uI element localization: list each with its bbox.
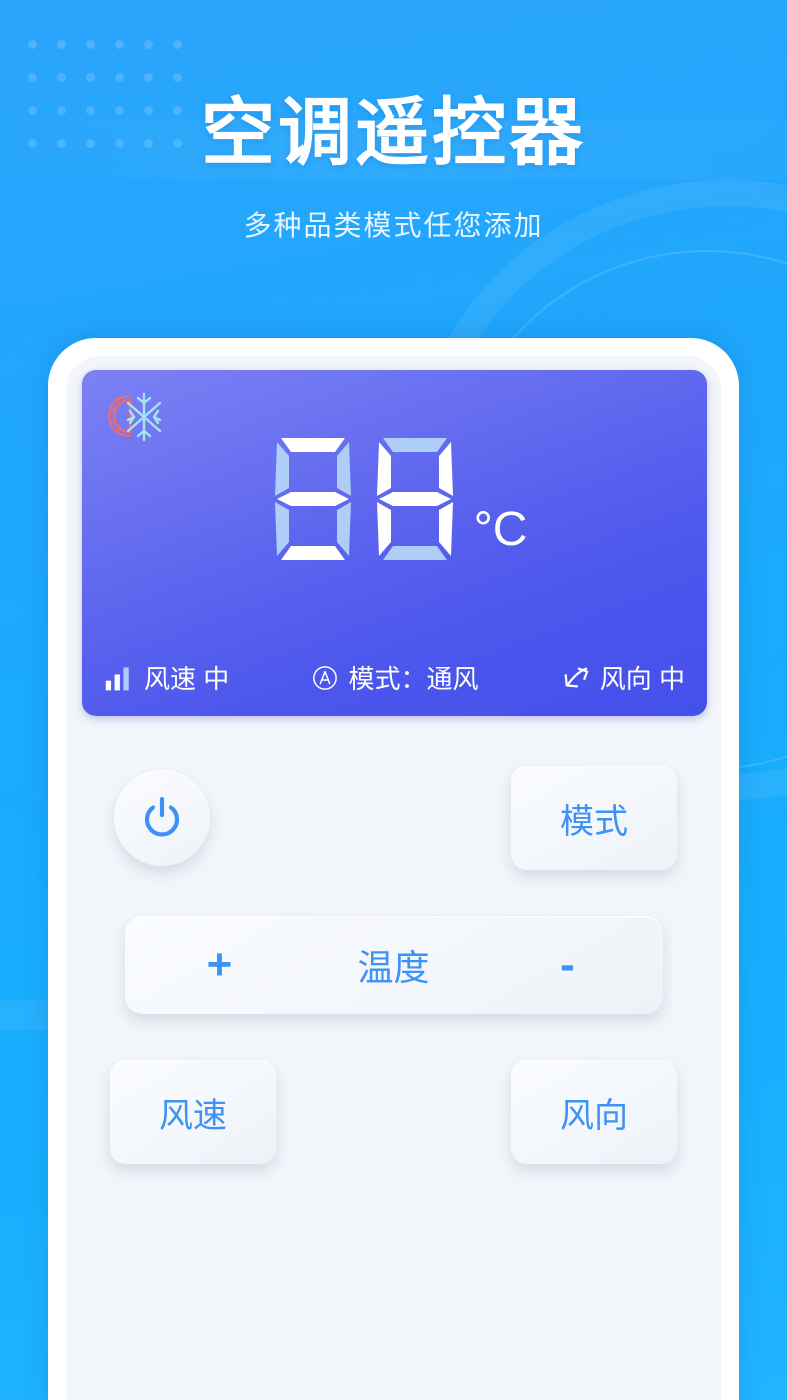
remote-control-shell: °C 风速 中 模式：通风 风向 中 模式 + 温度 - 风速 风向 <box>48 338 739 1400</box>
temperature-control-bar: + 温度 - <box>124 916 663 1014</box>
remote-control-body: °C 风速 中 模式：通风 风向 中 模式 + 温度 - 风速 风向 <box>66 356 721 1400</box>
control-row-power-mode: 模式 <box>96 766 691 870</box>
temperature-label: 温度 <box>357 947 430 988</box>
temperature-unit: °C <box>473 503 528 556</box>
lcd-status-bar: 风速 中 模式：通风 风向 中 <box>82 659 707 696</box>
page-title: 空调遥控器 <box>201 91 586 174</box>
temperature-decrease-button[interactable]: - <box>481 940 655 990</box>
fan-speed-button[interactable]: 风速 <box>110 1060 276 1164</box>
temperature-increase-button[interactable]: + <box>133 940 307 990</box>
temperature-readout: °C <box>82 432 707 566</box>
mode-button[interactable]: 模式 <box>511 766 677 870</box>
status-mode-label: 模式：通风 <box>348 664 479 694</box>
header: 空调遥控器 多种品类模式任您添加 <box>0 0 787 244</box>
seven-segment-digit-1 <box>265 432 361 566</box>
power-icon <box>140 795 184 842</box>
power-button[interactable] <box>114 770 210 866</box>
status-wind-direction: 风向 中 <box>562 659 685 696</box>
signal-bars-icon <box>104 665 134 691</box>
page-subtitle: 多种品类模式任您添加 <box>243 210 544 241</box>
status-fan-speed-label: 风速 中 <box>144 664 230 694</box>
wind-direction-button[interactable]: 风向 <box>511 1060 677 1164</box>
control-row-fan-direction: 风速 风向 <box>96 1060 691 1164</box>
control-panel: 模式 + 温度 - 风速 风向 <box>82 766 705 1164</box>
swing-arrow-icon <box>562 665 590 691</box>
control-row-temperature: + 温度 - <box>96 916 691 1014</box>
status-wind-direction-label: 风向 中 <box>599 664 685 694</box>
auto-circle-a-icon <box>312 665 338 691</box>
lcd-display-panel: °C 风速 中 模式：通风 风向 中 <box>82 370 707 716</box>
status-mode: 模式：通风 <box>229 659 562 696</box>
seven-segment-digit-2 <box>367 432 463 566</box>
status-fan-speed: 风速 中 <box>104 659 229 696</box>
